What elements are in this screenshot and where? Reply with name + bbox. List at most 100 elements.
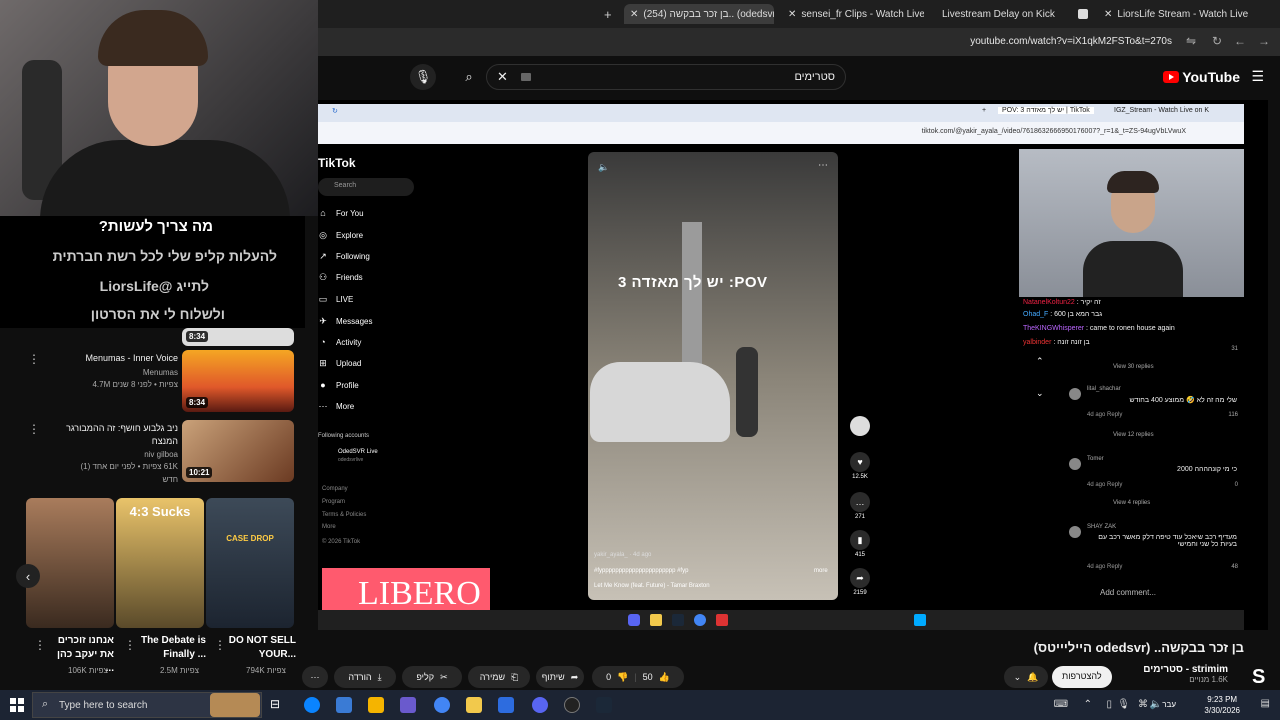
clip-button[interactable]: קליפ ✂: [402, 666, 462, 688]
more-actions-button[interactable]: ⋯: [302, 666, 328, 688]
tab-favicon[interactable]: [1078, 4, 1092, 24]
app-icon[interactable]: [498, 697, 514, 713]
system-clock[interactable]: 9:23 PM 3/30/2026: [1204, 694, 1240, 716]
streamer-webcam: [0, 0, 318, 216]
microphone-icon[interactable]: 🎙: [410, 64, 436, 90]
tab-kick-liorslife[interactable]: ✕ LiorsLife Stream - Watch Live on: [1104, 4, 1250, 24]
download-button[interactable]: הורדה ⤓: [334, 666, 396, 688]
activity-icon: ◔: [320, 337, 326, 347]
short-thumbnail[interactable]: [26, 498, 114, 628]
chrome-icon[interactable]: [434, 697, 450, 713]
reload-icon[interactable]: ↻: [1212, 34, 1222, 48]
weather-widget[interactable]: [210, 693, 260, 717]
video-player[interactable]: ↻ + POV: 3 יש לך מאזדה | TikTok IGZ_Stre…: [318, 100, 1268, 630]
forward-arrow-icon[interactable]: →: [1258, 34, 1270, 48]
volume-icon[interactable]: 🔈: [1150, 699, 1162, 710]
video-thumbnail[interactable]: 8:34: [182, 350, 294, 412]
tiktok-nav-item: ◎ Explore: [319, 230, 364, 240]
more-options-icon[interactable]: ⋮: [28, 352, 40, 366]
windows-start-icon[interactable]: [10, 698, 24, 712]
share-button[interactable]: שיתוף ➦: [536, 666, 584, 688]
duration-badge: 8:34: [186, 331, 209, 342]
back-arrow-icon[interactable]: ←: [1234, 34, 1246, 48]
close-tab-icon[interactable]: ✕: [1104, 9, 1112, 20]
short-title[interactable]: DO NOT SELL YOUR...: [226, 634, 296, 662]
profile-icon: ●: [320, 380, 326, 390]
channel-name[interactable]: Menumas: [44, 367, 178, 378]
keyboard-icon[interactable]: [521, 73, 531, 81]
tab-kick-delay[interactable]: Livestream Delay on Kick: [942, 4, 1092, 24]
video-stats: 4.7M צפיות • לפני 8 שנים: [92, 380, 178, 389]
edge-icon[interactable]: [304, 697, 320, 713]
menu-icon[interactable]: ☰: [1251, 68, 1264, 85]
app-icon[interactable]: [400, 697, 416, 713]
thumbs-up-icon[interactable]: 👍: [659, 672, 670, 683]
tab-youtube[interactable]: ✕ (254) בן זכר בבקשה.. (odedsvr: [624, 4, 774, 24]
overlay-line: ולשלוח לי את הסרטון: [90, 306, 225, 322]
save-action: ▮ 415: [848, 530, 872, 558]
steam-icon[interactable]: [596, 697, 612, 713]
channel-avatar[interactable]: S: [1252, 666, 1274, 688]
heart-icon: ♥: [850, 452, 870, 472]
obs-icon[interactable]: [564, 697, 580, 713]
notifications-button[interactable]: ⌄ 🔔: [1004, 666, 1048, 688]
microphone-icon[interactable]: 🎙: [1117, 699, 1130, 710]
short-views: 106K צפיות: [68, 666, 108, 675]
url-field[interactable]: youtube.com/watch?v=iX1qkM2FSTo&t=270s: [970, 36, 1172, 47]
notification-icon[interactable]: ▤: [1261, 698, 1270, 709]
network-icon[interactable]: ⌘: [1138, 699, 1148, 710]
inner-taskbar: [318, 610, 1244, 630]
thumbs-down-icon[interactable]: 👎: [617, 672, 628, 683]
channel-name[interactable]: niv gilboa: [44, 449, 178, 460]
address-bar: youtube.com/watch?v=iX1qkM2FSTo&t=270s ⇋…: [318, 28, 1280, 56]
close-tab-icon[interactable]: ✕: [788, 9, 796, 20]
video-thumbnail[interactable]: 10:21: [182, 420, 294, 482]
language-indicator[interactable]: עבר: [1162, 700, 1176, 709]
save-button[interactable]: שמירה ⎗: [468, 666, 530, 688]
tab-kick-sensei[interactable]: ✕ sensei_fr Clips - Watch Live on: [788, 4, 924, 24]
more-options-icon[interactable]: ⋮: [124, 638, 136, 652]
youtube-logo[interactable]: YouTube: [1163, 69, 1240, 85]
search-icon[interactable]: ⌕: [456, 64, 482, 90]
download-icon: ⤓: [377, 671, 382, 682]
task-view-icon[interactable]: ⊟: [270, 697, 286, 713]
chevron-down-icon: ⌄: [1036, 388, 1044, 398]
chevron-left-icon[interactable]: ‹: [16, 564, 40, 588]
following-header: Following accounts: [318, 433, 370, 439]
video-thumbnail[interactable]: 8:34: [182, 328, 294, 346]
keyboard-icon[interactable]: ⌨: [1054, 699, 1068, 710]
short-thumbnail[interactable]: CASE DROP: [206, 498, 294, 628]
video-title[interactable]: Menumas - Inner Voice: [44, 352, 178, 365]
channel-info[interactable]: strimim - סטרימים 1.6K מנויים: [1143, 664, 1228, 684]
short-thumbnail[interactable]: 4:3 Sucks: [116, 498, 204, 628]
subscribe-button[interactable]: להצטרפות: [1052, 666, 1112, 688]
tiktok-nav-item: ↗ Following: [319, 251, 370, 261]
more-options-icon[interactable]: ⋮: [214, 638, 226, 652]
compass-icon: ◎: [319, 230, 327, 240]
short-title[interactable]: The Debate is Finally ...: [138, 634, 206, 662]
short-overlay-text: CASE DROP: [226, 534, 274, 543]
car: [590, 362, 730, 442]
new-badge: חדש: [162, 475, 178, 484]
discord-icon[interactable]: [532, 697, 548, 713]
video-title[interactable]: ניב גלבוע חושף: זה ההמבורגר המנצח: [44, 422, 178, 448]
like-dislike-button[interactable]: 0 👎 | 50 👍: [592, 666, 684, 688]
short-views: 794K צפיות: [246, 666, 286, 675]
tune-icon[interactable]: ⇋: [1186, 34, 1196, 48]
folder-icon[interactable]: [466, 697, 482, 713]
close-tab-icon[interactable]: ✕: [630, 9, 638, 20]
footer-copyright: © 2026 TikTok: [322, 539, 361, 545]
search-input[interactable]: ✕ סטרימים: [486, 64, 846, 90]
more-options-icon[interactable]: ⋮: [34, 638, 46, 652]
footer-link: Program: [322, 499, 346, 505]
share-icon: ➦: [850, 568, 870, 588]
clear-search-icon[interactable]: ✕: [497, 69, 508, 85]
app-icon[interactable]: [368, 697, 384, 713]
new-tab-button[interactable]: +: [604, 4, 612, 24]
usb-icon[interactable]: ▯: [1106, 699, 1112, 710]
more-options-icon[interactable]: ⋮: [28, 422, 40, 436]
inner-new-tab: +: [982, 107, 987, 114]
store-icon[interactable]: [336, 697, 352, 713]
share-action: ➦ 2159: [848, 568, 872, 596]
chevron-up-icon[interactable]: ⌃: [1084, 699, 1092, 710]
